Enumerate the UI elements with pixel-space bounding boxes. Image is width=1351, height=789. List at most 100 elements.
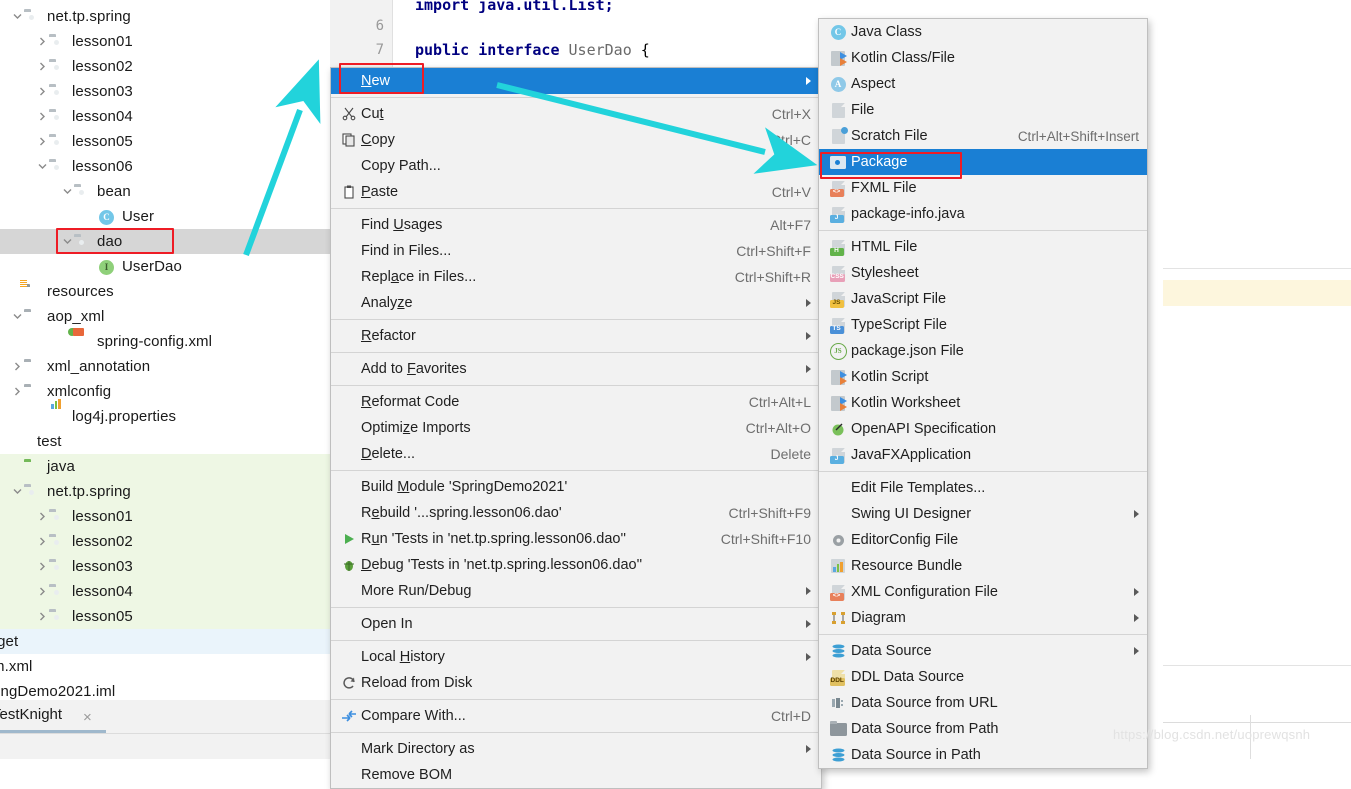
tree-twisty[interactable] (35, 162, 49, 171)
new-item-typescript-file[interactable]: TS TypeScript File (819, 312, 1147, 338)
menu-item-run--tests-in--net-tp-spring-lesson06-da[interactable]: Run 'Tests in 'net.tp.spring.lesson06.da… (331, 526, 821, 552)
new-item-scratch-file[interactable]: Scratch File Ctrl+Alt+Shift+Insert (819, 123, 1147, 149)
tree-item-log4j-properties[interactable]: log4j.properties (0, 398, 330, 429)
menu-item-refactor[interactable]: Refactor (331, 323, 821, 349)
new-item-html-file[interactable]: H HTML File (819, 234, 1147, 260)
new-item-kotlin-script[interactable]: Kotlin Script (819, 364, 1147, 390)
new-item-kotlin-worksheet[interactable]: Kotlin Worksheet (819, 390, 1147, 416)
new-item-openapi-specification[interactable]: OpenAPI Specification (819, 416, 1147, 442)
menu-item-reload-from-disk[interactable]: Reload from Disk (331, 670, 821, 696)
menu-item-find-in-files---[interactable]: Find in Files... Ctrl+Shift+F (331, 238, 821, 264)
tree-twisty[interactable] (35, 612, 49, 621)
menu-item-mark-directory-as[interactable]: Mark Directory as (331, 736, 821, 762)
menu-item-reformat-code[interactable]: Reformat Code Ctrl+Alt+L (331, 389, 821, 415)
tree-item-lesson05[interactable]: lesson05 (0, 129, 330, 154)
menu-item-new[interactable]: New (331, 68, 821, 94)
tree-item-lesson03[interactable]: lesson03 (0, 79, 330, 104)
new-item-edit-file-templates---[interactable]: Edit File Templates... (819, 475, 1147, 501)
tree-twisty[interactable] (60, 237, 74, 246)
menu-item-find-usages[interactable]: Find Usages Alt+F7 (331, 212, 821, 238)
new-item-fxml-file[interactable]: <> FXML File (819, 175, 1147, 201)
new-item-ddl-data-source[interactable]: DDL DDL Data Source (819, 664, 1147, 690)
tree-item-lesson04[interactable]: lesson04 (0, 104, 330, 129)
menu-item-add-to-favorites[interactable]: Add to Favorites (331, 356, 821, 382)
tree-twisty[interactable] (35, 112, 49, 121)
new-item-package-info-java[interactable]: Jpackage-info.java (819, 201, 1147, 227)
tree-twisty[interactable] (35, 587, 49, 596)
tree-twisty[interactable] (35, 512, 49, 521)
tree-twisty[interactable] (10, 387, 24, 396)
tree-twisty[interactable] (35, 562, 49, 571)
new-item-data-source[interactable]: Data Source (819, 638, 1147, 664)
tree-twisty[interactable] (35, 537, 49, 546)
tree-item-xml-annotation[interactable]: xml_annotation (0, 354, 330, 379)
tree-item-resources[interactable]: resources (0, 279, 330, 304)
new-item-kotlin-class-file[interactable]: Kotlin Class/File (819, 45, 1147, 71)
new-item-editorconfig-file[interactable]: EditorConfig File (819, 527, 1147, 553)
tree-item-userdao[interactable]: I UserDao (0, 254, 330, 279)
menu-item-copy-path---[interactable]: Copy Path... (331, 153, 821, 179)
tree-item-lesson01[interactable]: lesson01 (0, 29, 330, 54)
menu-item-analyze[interactable]: Analyze (331, 290, 821, 316)
new-item-data-source-from-path[interactable]: Data Source from Path (819, 716, 1147, 742)
close-icon[interactable]: × (83, 709, 92, 726)
new-item-package-json-file[interactable]: JS package.json File (819, 338, 1147, 364)
tree-item-lesson02[interactable]: lesson02 (0, 54, 330, 79)
menu-item-remove-bom[interactable]: Remove BOM (331, 762, 821, 788)
tree-item-aop-xml[interactable]: aop_xml (0, 304, 330, 329)
tree-item-lesson03[interactable]: lesson03 (0, 554, 330, 579)
menu-item-copy[interactable]: Copy Ctrl+C (331, 127, 821, 153)
tree-twisty[interactable] (10, 312, 24, 321)
menu-item-cut[interactable]: Cut Ctrl+X (331, 101, 821, 127)
new-item-data-source-in-path[interactable]: Data Source in Path (819, 742, 1147, 768)
new-item-package[interactable]: Package (819, 149, 1147, 175)
new-item-java-class[interactable]: C Java Class (819, 19, 1147, 45)
new-item-javafxapplication[interactable]: J JavaFXApplication (819, 442, 1147, 468)
tree-item-net-tp-spring[interactable]: net.tp.spring (0, 4, 330, 29)
tree-item-lesson04[interactable]: lesson04 (0, 579, 330, 604)
tree-item-bean[interactable]: bean (0, 179, 330, 204)
tree-item-java[interactable]: java (0, 454, 330, 479)
tree-item-net-tp-spring[interactable]: net.tp.spring (0, 479, 330, 504)
menu-item-open-in[interactable]: Open In (331, 611, 821, 637)
tab-testknight[interactable]: TestKnight (0, 706, 62, 723)
tree-item-ringdemo2021-iml[interactable]: ringDemo2021.iml (0, 679, 330, 700)
new-item-xml-configuration-file[interactable]: <> XML Configuration File (819, 579, 1147, 605)
tree-twisty[interactable] (60, 187, 74, 196)
new-item-javascript-file[interactable]: JS JavaScript File (819, 286, 1147, 312)
tree-twisty[interactable] (35, 137, 49, 146)
tree-item-lesson06[interactable]: lesson06 (0, 154, 330, 179)
tree-twisty[interactable] (10, 362, 24, 371)
tree-item-xmlconfig[interactable]: xmlconfig (0, 379, 330, 404)
menu-item-local-history[interactable]: Local History (331, 644, 821, 670)
new-item-file[interactable]: File (819, 97, 1147, 123)
project-tree-panel[interactable]: net.tp.spring lesson01 lesson02 lesson03 les… (0, 0, 330, 700)
menu-item-debug--tests-in--net-tp-spring-lesson06-[interactable]: Debug 'Tests in 'net.tp.spring.lesson06.… (331, 552, 821, 578)
tree-twisty[interactable] (10, 12, 24, 21)
new-item-aspect[interactable]: A Aspect (819, 71, 1147, 97)
tree-item-spring-config-xml[interactable]: spring-config.xml (0, 327, 330, 354)
new-item-swing-ui-designer[interactable]: Swing UI Designer (819, 501, 1147, 527)
menu-item-more-run-debug[interactable]: More Run/Debug (331, 578, 821, 604)
tree-item-lesson01[interactable]: lesson01 (0, 504, 330, 529)
new-item-resource-bundle[interactable]: Resource Bundle (819, 553, 1147, 579)
tree-item-lesson05[interactable]: lesson05 (0, 604, 330, 629)
new-item-data-source-from-url[interactable]: Data Source from URL (819, 690, 1147, 716)
context-menu[interactable]: New Cut Ctrl+X Copy Ctrl+C Copy Path... Paste C… (330, 67, 822, 789)
tree-item-lesson02[interactable]: lesson02 (0, 529, 330, 554)
tree-item-user[interactable]: C User (0, 204, 330, 229)
new-item-diagram[interactable]: Diagram (819, 605, 1147, 631)
tree-twisty[interactable] (35, 87, 49, 96)
tree-twisty[interactable] (10, 487, 24, 496)
tree-twisty[interactable] (35, 37, 49, 46)
menu-item-optimize-imports[interactable]: Optimize Imports Ctrl+Alt+O (331, 415, 821, 441)
menu-item-compare-with---[interactable]: Compare With... Ctrl+D (331, 703, 821, 729)
tree-item-dao[interactable]: dao (0, 229, 330, 254)
tree-item-m-xml[interactable]: m.xml (0, 654, 330, 679)
tree-twisty[interactable] (35, 62, 49, 71)
menu-item-paste[interactable]: Paste Ctrl+V (331, 179, 821, 205)
menu-item-build-module--springdemo2021-[interactable]: Build Module 'SpringDemo2021' (331, 474, 821, 500)
bottom-tab-strip[interactable]: TestKnight × ↓a Test (0, 700, 330, 759)
menu-item-delete---[interactable]: Delete... Delete (331, 441, 821, 467)
new-submenu[interactable]: C Java Class Kotlin Class/File A Aspect File S… (818, 18, 1148, 769)
